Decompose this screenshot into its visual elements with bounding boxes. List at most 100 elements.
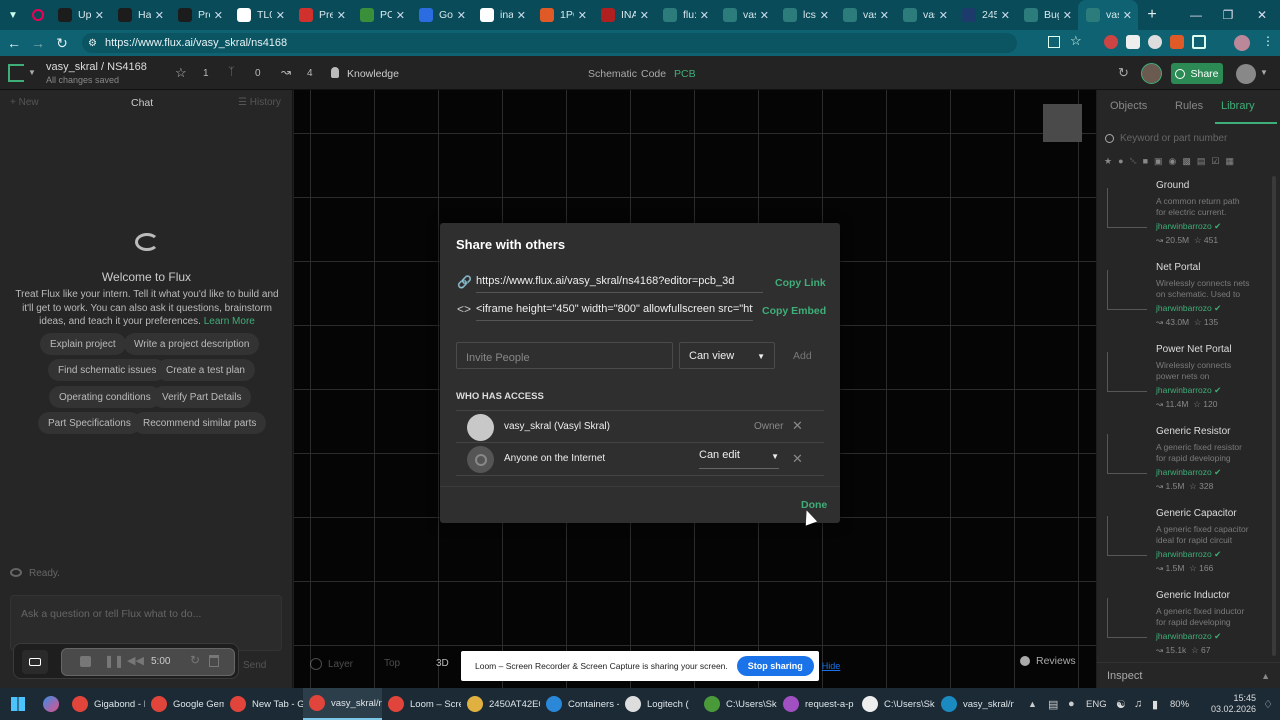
tab-close-icon[interactable]: ✕ (95, 9, 104, 22)
taskbar-app-button[interactable]: New Tab - G (224, 688, 303, 720)
library-part-card[interactable]: Generic Resistor A generic fixed resistor… (1097, 426, 1280, 508)
browser-tab[interactable]: vas ✕ (715, 0, 775, 30)
tab-close-icon[interactable]: ✕ (457, 9, 466, 22)
suggestion-chip[interactable]: Operating conditions (49, 386, 161, 408)
tab-close-icon[interactable]: ✕ (760, 9, 769, 22)
minimize-button[interactable]: — (1180, 8, 1212, 22)
tab-close-icon[interactable]: ✕ (214, 9, 223, 22)
stop-sharing-button[interactable]: Stop sharing (736, 656, 814, 676)
tab-close-icon[interactable]: ✕ (640, 9, 649, 22)
library-scrollbar[interactable] (1272, 176, 1276, 656)
library-search[interactable]: Keyword or part number (1105, 130, 1275, 146)
tab-close-icon[interactable]: ✕ (1001, 9, 1010, 22)
mode-schematic[interactable]: Schematic (588, 68, 637, 80)
battery-icon[interactable]: ▮ (1152, 698, 1170, 711)
suggestion-chip[interactable]: Recommend similar parts (133, 412, 267, 434)
remove-public-icon[interactable]: ✕ (792, 451, 803, 467)
send-button[interactable]: Send (243, 660, 266, 671)
taskbar-app-button[interactable]: request-a-p (777, 688, 856, 720)
minimap[interactable] (1043, 104, 1082, 142)
camera-icon[interactable] (22, 650, 48, 674)
reload-button[interactable]: ↻ (50, 35, 74, 52)
top-layer-select[interactable]: Top (384, 658, 400, 669)
add-button[interactable]: Add (793, 350, 812, 362)
fork-icon[interactable]: ᛉ (228, 66, 235, 78)
library-part-card[interactable]: Generic Capacitor A generic fixed capacit… (1097, 508, 1280, 590)
extension-2-icon[interactable] (1126, 35, 1140, 49)
browser-tab[interactable]: flu: ✕ (655, 0, 715, 30)
extension-1-icon[interactable] (1104, 35, 1118, 49)
connector-filter-icon[interactable]: ◉ (1169, 156, 1177, 167)
suggestion-chip[interactable]: Verify Part Details (152, 386, 252, 408)
taskbar-app-button[interactable]: Google Gem (145, 688, 224, 720)
taskbar-app-button[interactable]: Loom – Scre (382, 688, 461, 720)
browser-tab[interactable]: vas ✕ (1078, 0, 1138, 30)
pinned-tab[interactable] (26, 0, 50, 30)
browser-tab[interactable]: vasy_sk ✕ (835, 0, 895, 30)
extensions-puzzle-icon[interactable] (1192, 35, 1206, 49)
3d-view-button[interactable]: 3D (436, 658, 449, 669)
part-author[interactable]: jharwinbarrozo ✔ (1156, 467, 1221, 478)
embed-code-field[interactable]: <iframe height="450" width="800" allowfu… (476, 301, 753, 321)
tab-close-icon[interactable]: ✕ (578, 9, 587, 22)
library-part-card[interactable]: Ground A common return path for electric … (1097, 180, 1280, 262)
tab-close-icon[interactable]: ✕ (155, 9, 164, 22)
browser-tab[interactable]: 2450AT ✕ (954, 0, 1016, 30)
account-chevron-icon[interactable]: ▼ (1260, 68, 1268, 77)
bookmark-star-icon[interactable]: ☆ (1070, 33, 1082, 49)
tab-close-icon[interactable]: ✕ (276, 9, 285, 22)
delete-icon[interactable] (209, 655, 219, 667)
suggestion-chip[interactable]: Write a project description (124, 333, 260, 355)
browser-tab[interactable]: INA ✕ (593, 0, 655, 30)
knowledge-button[interactable]: Knowledge (347, 68, 399, 80)
permission-select[interactable]: Can view ▼ (679, 342, 775, 369)
copy-link-button[interactable]: Copy Link (775, 277, 826, 289)
tab-library[interactable]: Library (1221, 100, 1255, 112)
mode-code[interactable]: Code (641, 68, 666, 80)
language-indicator[interactable]: ENG (1086, 699, 1116, 710)
browser-tab[interactable]: Up ✕ (50, 0, 110, 30)
restore-button[interactable]: ❐ (1212, 8, 1244, 22)
browser-tab[interactable]: Bug Re ✕ (1016, 0, 1078, 30)
browser-tab[interactable]: Ha ✕ (110, 0, 170, 30)
account-avatar[interactable] (1236, 64, 1256, 84)
tab-rules[interactable]: Rules (1175, 100, 1203, 112)
copilot-button[interactable] (36, 696, 66, 712)
new-tab-button[interactable]: + (1138, 6, 1166, 24)
taskbar-app-button[interactable]: vasy_skral/n (303, 688, 382, 720)
sync-icon[interactable]: ↻ (1118, 65, 1129, 81)
extension-3-icon[interactable] (1148, 35, 1162, 49)
taskbar-app-button[interactable]: C:\Users\Sk (856, 688, 935, 720)
extension-4-icon[interactable] (1170, 35, 1184, 49)
tab-close-icon[interactable]: ✕ (396, 9, 405, 22)
chrome-menu-icon[interactable]: ⋮ (1262, 34, 1274, 48)
part-author[interactable]: jharwinbarrozo ✔ (1156, 631, 1221, 642)
ground-filter-icon[interactable]: ␁ (1130, 156, 1137, 167)
verified-filter-icon[interactable]: ☑ (1211, 156, 1219, 167)
inspect-bar[interactable]: Inspect ▲ (1097, 662, 1280, 688)
board-filter-icon[interactable]: ▤ (1197, 156, 1206, 167)
copy-embed-button[interactable]: Copy Embed (762, 305, 826, 317)
remove-owner-icon[interactable]: ✕ (792, 418, 803, 434)
module-filter-icon[interactable]: ▩ (1182, 156, 1191, 167)
taskbar-app-button[interactable]: vasy_skral/n (935, 688, 1014, 720)
rewind-icon[interactable]: ◀◀ (127, 654, 144, 667)
close-window-button[interactable]: ✕ (1244, 8, 1280, 22)
browser-tab[interactable]: TL0 ✕ (229, 0, 291, 30)
layer-toggle[interactable]: Layer (310, 658, 353, 670)
taskbar-app-button[interactable]: Containers - (540, 688, 619, 720)
star-icon[interactable]: ☆ (175, 65, 187, 81)
back-button[interactable]: ← (2, 35, 26, 51)
public-permission-select[interactable]: Can edit ▼ (699, 449, 779, 469)
browser-tab[interactable]: Go ✕ (411, 0, 472, 30)
taskbar-app-button[interactable]: Gigabond - I (66, 688, 145, 720)
share-link-field[interactable]: https://www.flux.ai/vasy_skral/ns4168?ed… (476, 273, 763, 293)
profile-avatar[interactable] (1234, 35, 1250, 51)
suggestion-chip[interactable]: Create a test plan (156, 359, 255, 381)
browser-tab[interactable]: lcs: ✕ (775, 0, 835, 30)
site-info-icon[interactable]: ⚙ (88, 38, 97, 49)
browser-tab[interactable]: ina ✕ (472, 0, 532, 30)
tab-close-icon[interactable]: ✕ (1123, 9, 1132, 22)
flux-logo-icon[interactable] (8, 64, 24, 82)
mode-pcb[interactable]: PCB (674, 68, 696, 80)
